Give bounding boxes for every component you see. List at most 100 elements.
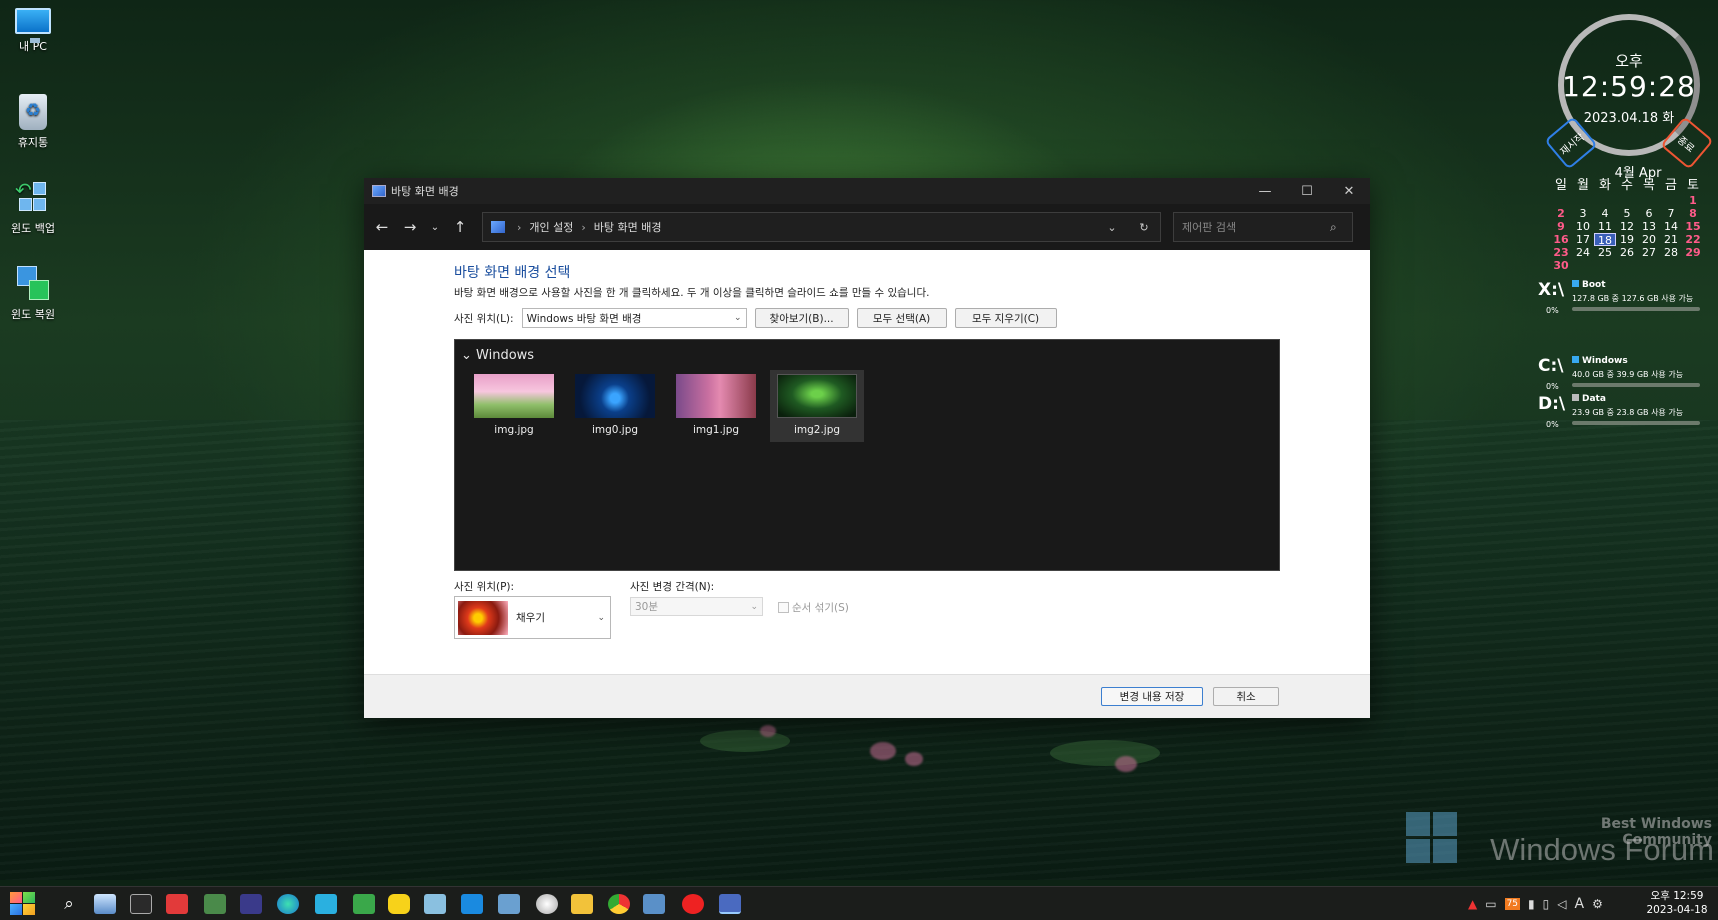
calendar-day[interactable]: 3 <box>1572 207 1594 220</box>
wallpaper-thumbnail-selected[interactable]: img2.jpg <box>770 370 864 442</box>
calendar-day[interactable]: 27 <box>1638 246 1660 259</box>
control-panel-taskbar-icon[interactable] <box>719 894 741 914</box>
calendar-day[interactable]: 2 <box>1550 207 1572 220</box>
calendar-day[interactable]: 5 <box>1616 207 1638 220</box>
search-input[interactable]: 제어판 검색 <box>1182 219 1330 235</box>
settings-gear-icon[interactable]: ⚙ <box>1592 897 1603 911</box>
cancel-button[interactable]: 취소 <box>1213 687 1279 706</box>
calendar-day[interactable]: 30 <box>1550 259 1572 272</box>
save-changes-button[interactable]: 변경 내용 저장 <box>1101 687 1203 706</box>
back-arrow-icon[interactable]: ← <box>368 213 396 241</box>
group-header[interactable]: ⌄ Windows <box>461 348 534 363</box>
calendar-day[interactable]: 23 <box>1550 246 1572 259</box>
forward-arrow-icon[interactable]: → <box>396 213 424 241</box>
search-icon[interactable]: ⌕ <box>58 894 80 914</box>
anydesk-icon[interactable] <box>166 894 188 914</box>
monitor-icon <box>15 8 51 43</box>
checkbox-box[interactable] <box>778 602 789 613</box>
calendar-day[interactable]: 1 <box>1682 194 1704 207</box>
desktop-icon-windows-restore[interactable]: 윈도 복원 <box>0 266 66 322</box>
select-all-button[interactable]: 모두 선택(A) <box>856 308 947 328</box>
calendar-day[interactable]: 11 <box>1594 220 1616 233</box>
calendar-day[interactable]: 19 <box>1616 233 1638 246</box>
power-icon[interactable] <box>682 894 704 914</box>
calendar-blank <box>1616 194 1638 207</box>
chrome-icon[interactable] <box>608 894 630 914</box>
calendar-day[interactable]: 6 <box>1638 207 1660 220</box>
desktop-icon-windows-backup[interactable]: ↶ 윈도 백업 <box>0 178 66 236</box>
clear-all-button[interactable]: 모두 지우기(C) <box>954 308 1057 328</box>
wallpaper-thumbnail[interactable]: img0.jpg <box>568 370 662 442</box>
tray-app-icon[interactable]: 75 <box>1504 898 1521 910</box>
browse-button[interactable]: 찾아보기(B)... <box>754 308 849 328</box>
network-tool-icon[interactable] <box>240 894 262 914</box>
breadcrumb-desktop-background[interactable]: 바탕 화면 배경 <box>594 219 662 235</box>
calendar-day[interactable]: 15 <box>1682 220 1704 233</box>
performance-monitor-icon[interactable] <box>94 894 116 914</box>
calendar-day[interactable]: 21 <box>1660 233 1682 246</box>
shuffle-checkbox[interactable]: 순서 섞기(S) <box>778 600 849 615</box>
calendar-day[interactable]: 18 <box>1594 233 1616 247</box>
taskbar-clock[interactable]: 오후 12:59 2023-04-18 <box>1640 889 1714 917</box>
change-interval-select[interactable]: 30분 ⌄ <box>630 597 763 616</box>
search-box[interactable]: 제어판 검색 ⌕ <box>1173 212 1353 242</box>
edge-browser-icon[interactable] <box>277 894 299 914</box>
speaker-icon[interactable]: ◁ <box>1557 897 1566 911</box>
desktop-icon-label: 윈도 백업 <box>11 222 55 235</box>
search-icon[interactable]: ⌕ <box>1330 220 1352 235</box>
refresh-icon[interactable]: ↻ <box>1128 221 1160 234</box>
picture-position-select[interactable]: 채우기 ⌄ <box>454 596 611 639</box>
battery-icon[interactable]: ▯ <box>1543 897 1550 911</box>
shield-icon[interactable]: ▲ <box>1468 897 1477 911</box>
wallpaper-thumbnail[interactable]: img.jpg <box>467 370 561 442</box>
desktop-icon-my-pc[interactable]: 내 PC <box>0 8 66 54</box>
address-bar[interactable]: › 개인 설정 › 바탕 화면 배경 ⌄ ↻ <box>482 212 1161 242</box>
remote-desktop-icon[interactable] <box>461 894 483 914</box>
minimize-button[interactable]: — <box>1244 178 1286 204</box>
calendar-day[interactable]: 26 <box>1616 246 1638 259</box>
title-bar[interactable]: 바탕 화면 배경 — ☐ ✕ <box>364 178 1370 204</box>
calendar-day[interactable]: 29 <box>1682 246 1704 259</box>
virtual-box-icon[interactable] <box>643 894 665 914</box>
up-arrow-icon[interactable]: ↑ <box>446 213 474 241</box>
calendar-day[interactable]: 4 <box>1594 207 1616 220</box>
folder-icon[interactable] <box>571 894 593 914</box>
calendar-day[interactable]: 24 <box>1572 246 1594 259</box>
terminal-icon[interactable] <box>130 894 152 914</box>
color-picker-icon[interactable] <box>536 894 558 914</box>
close-button[interactable]: ✕ <box>1328 178 1370 204</box>
ime-indicator[interactable]: A <box>1574 896 1584 912</box>
picture-location-select[interactable]: Windows 바탕 화면 배경 ⌄ <box>521 308 747 328</box>
maximize-button[interactable]: ☐ <box>1286 178 1328 204</box>
recent-locations-chevron-icon[interactable]: ⌄ <box>424 213 446 241</box>
desktop-icon[interactable] <box>315 894 337 914</box>
spreadsheet-icon[interactable] <box>353 894 375 914</box>
calendar-day[interactable]: 10 <box>1572 220 1594 233</box>
usb-icon[interactable]: ▮ <box>1528 897 1535 911</box>
calendar-day[interactable]: 14 <box>1660 220 1682 233</box>
calendar-day[interactable]: 22 <box>1682 233 1704 246</box>
calendar-day[interactable]: 7 <box>1660 207 1682 220</box>
calendar-day[interactable]: 9 <box>1550 220 1572 233</box>
calendar-day[interactable]: 8 <box>1682 207 1704 220</box>
calendar-day[interactable]: 25 <box>1594 246 1616 259</box>
desktop-icon-recycle-bin[interactable]: 휴지통 <box>0 94 66 150</box>
calendar-day[interactable]: 13 <box>1638 220 1660 233</box>
collapse-chevron-icon[interactable]: ⌄ <box>461 348 472 363</box>
wallpaper-preview <box>676 374 756 418</box>
kakaotalk-icon[interactable] <box>388 894 410 914</box>
network-icon[interactable]: ▭ <box>1485 897 1496 911</box>
breadcrumb-personalization[interactable]: 개인 설정 <box>529 219 573 235</box>
calendar-day[interactable]: 17 <box>1572 233 1594 246</box>
calendar-day[interactable]: 20 <box>1638 233 1660 246</box>
wallpaper-thumbnail[interactable]: img1.jpg <box>669 370 763 442</box>
calendar-day[interactable]: 28 <box>1660 246 1682 259</box>
address-dropdown-chevron-icon[interactable]: ⌄ <box>1096 221 1128 234</box>
calendar-day[interactable]: 16 <box>1550 233 1572 246</box>
file-manager-icon[interactable] <box>498 894 520 914</box>
hardware-info-icon[interactable] <box>204 894 226 914</box>
start-button[interactable] <box>10 892 36 916</box>
calendar-day[interactable]: 12 <box>1616 220 1638 233</box>
eraser-icon[interactable] <box>424 894 446 914</box>
wallpaper-lotus <box>1115 756 1137 772</box>
